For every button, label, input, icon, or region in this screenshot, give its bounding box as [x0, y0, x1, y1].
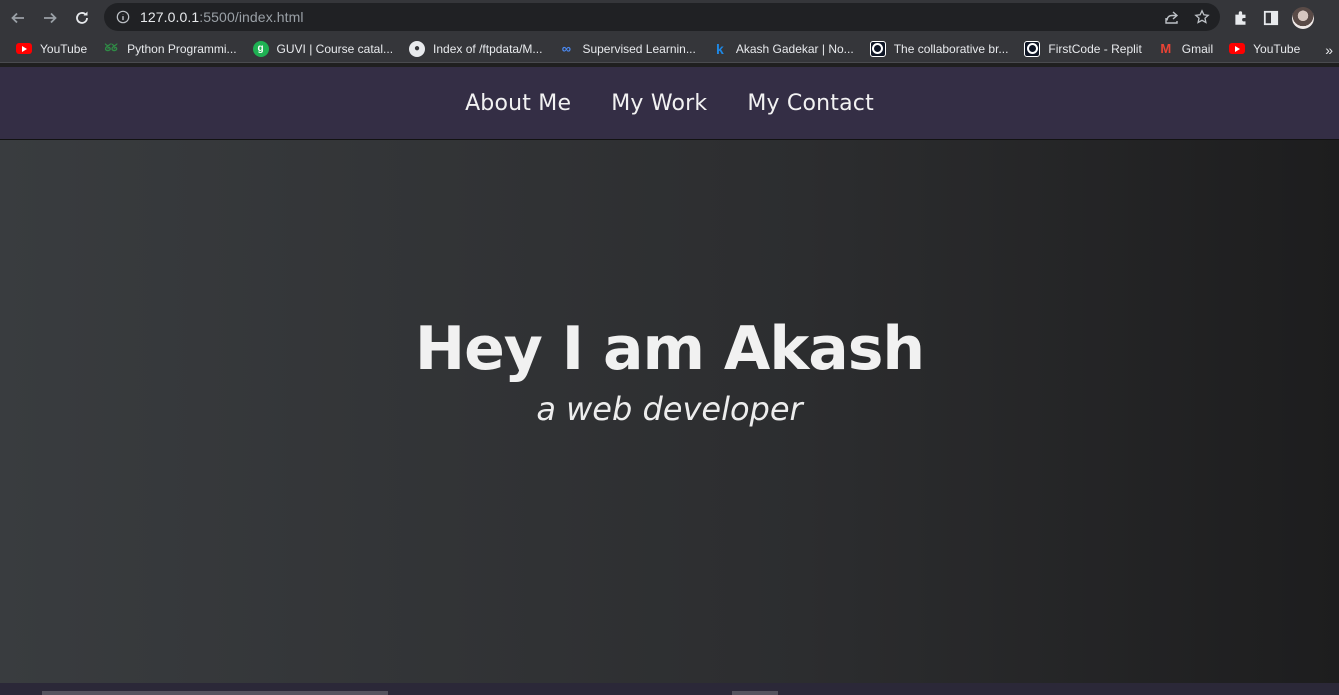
kaggle-icon: k	[715, 40, 724, 57]
replit-icon	[1024, 40, 1041, 57]
browser-toolbar: 127.0.0.1:5500/index.html	[0, 0, 1339, 35]
bookmark-label: The collaborative br...	[893, 41, 1009, 56]
bookmark-supervised-learning[interactable]: ∞ Supervised Learnin...	[550, 37, 703, 61]
bookmark-collaborative-browser[interactable]: The collaborative br...	[862, 37, 1017, 61]
reload-button[interactable]	[66, 2, 98, 34]
bookmark-label: Gmail	[1181, 41, 1214, 56]
bookmark-guvi[interactable]: g GUVI | Course catal...	[245, 37, 402, 61]
gmail-icon: M	[1160, 41, 1172, 56]
horizontal-scrollbar[interactable]	[0, 683, 1339, 695]
address-bar[interactable]: 127.0.0.1:5500/index.html	[104, 3, 1220, 31]
hero-subtitle: a web developer	[536, 390, 803, 428]
hero-section: Hey I am Akash a web developer	[0, 140, 1339, 683]
geeksforgeeks-icon: ᘜᘜ	[104, 43, 118, 54]
profile-avatar[interactable]	[1292, 7, 1314, 29]
bookmark-label: Akash Gadekar | No...	[735, 41, 854, 56]
guvi-icon: g	[252, 40, 269, 57]
bookmark-label: Python Programmi...	[127, 41, 237, 56]
reload-icon	[76, 11, 88, 24]
share-icon[interactable]	[1164, 9, 1180, 25]
bookmarks-overflow-button[interactable]: »	[1325, 42, 1333, 58]
star-icon[interactable]	[1194, 9, 1210, 25]
side-panel-icon[interactable]	[1262, 9, 1280, 27]
replit-icon	[869, 40, 886, 57]
info-icon[interactable]	[116, 10, 130, 24]
back-button[interactable]	[2, 2, 34, 34]
infinity-icon: ∞	[561, 41, 572, 56]
bookmark-label: YouTube	[1253, 41, 1301, 56]
url-host: 127.0.0.1	[140, 9, 200, 25]
bookmark-akash-gadekar[interactable]: k Akash Gadekar | No...	[704, 37, 862, 61]
extensions-icon[interactable]	[1232, 9, 1250, 27]
scrollbar-thumb[interactable]	[732, 691, 778, 695]
globe-icon: ●	[409, 40, 426, 57]
hero-title: Hey I am Akash	[414, 314, 925, 384]
youtube-icon	[1229, 43, 1246, 54]
site-navbar: About Me My Work My Contact	[0, 67, 1339, 140]
forward-button[interactable]	[34, 2, 66, 34]
bookmark-python-programming[interactable]: ᘜᘜ Python Programmi...	[95, 37, 244, 61]
bookmark-index-ftpdata[interactable]: ● Index of /ftpdata/M...	[401, 37, 550, 61]
url-text[interactable]: 127.0.0.1:5500/index.html	[140, 9, 304, 25]
bookmark-label: GUVI | Course catal...	[276, 41, 394, 56]
web-page: About Me My Work My Contact Hey I am Aka…	[0, 67, 1339, 683]
bookmark-label: Supervised Learnin...	[582, 41, 696, 56]
bookmark-firstcode-replit[interactable]: FirstCode - Replit	[1016, 37, 1149, 61]
bookmark-label: FirstCode - Replit	[1048, 41, 1142, 56]
scrollbar-thumb[interactable]	[42, 691, 388, 695]
bookmark-gmail[interactable]: M Gmail	[1150, 37, 1221, 61]
url-path: :5500/index.html	[199, 9, 304, 25]
arrow-left-icon	[11, 12, 24, 23]
nav-link-about-me[interactable]: About Me	[465, 91, 571, 116]
nav-link-my-contact[interactable]: My Contact	[747, 91, 874, 116]
bookmark-label: YouTube	[40, 41, 88, 56]
arrow-right-icon	[44, 12, 57, 23]
bookmark-youtube[interactable]: YouTube	[8, 37, 95, 61]
bookmark-label: Index of /ftpdata/M...	[433, 41, 543, 56]
bookmarks-bar: YouTube ᘜᘜ Python Programmi... g GUVI | Co…	[0, 35, 1339, 63]
nav-link-my-work[interactable]: My Work	[611, 91, 707, 116]
bookmark-youtube-2[interactable]: YouTube	[1221, 37, 1308, 61]
youtube-icon	[16, 43, 32, 54]
